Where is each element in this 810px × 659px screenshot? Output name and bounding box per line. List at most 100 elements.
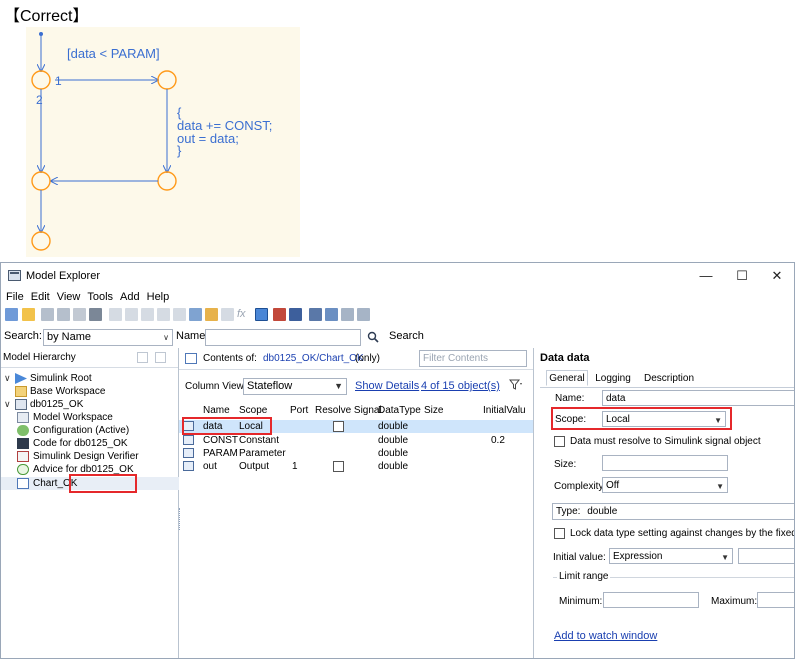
add-to-watch-window-link[interactable]: Add to watch window [554, 630, 657, 642]
resolve-signal-checkbox[interactable] [333, 461, 344, 472]
open-icon[interactable] [22, 308, 35, 321]
show-dialog-pane-icon[interactable] [255, 308, 268, 321]
close-button[interactable]: ✕ [762, 266, 792, 286]
cell-name[interactable]: out [203, 460, 217, 473]
cell-scope[interactable]: Parameter [239, 447, 286, 460]
show-hierarchy-icon[interactable] [273, 308, 286, 321]
object-count-link[interactable]: 4 of 15 object(s) [421, 380, 500, 392]
chevron-down-icon[interactable]: ∨ [4, 372, 11, 385]
add-function-icon[interactable] [221, 308, 234, 321]
minimize-button[interactable]: — [691, 266, 721, 286]
menu-edit[interactable]: Edit [31, 289, 50, 305]
add-signal-icon[interactable] [189, 308, 202, 321]
properties-pane: Data data General Logging Description Na… [534, 348, 794, 658]
cell-initial-value[interactable]: 0.2 [491, 434, 505, 447]
tab-general[interactable]: General [546, 370, 588, 386]
column-header-port[interactable]: Port [290, 404, 308, 417]
column-view-dropdown[interactable]: Stateflow ▼ [243, 378, 347, 395]
chevron-down-icon[interactable]: ∨ [4, 398, 11, 411]
name-input[interactable]: data [602, 390, 794, 406]
model-hierarchy-header: Model Hierarchy [1, 348, 178, 368]
transition-order-2: 2 [36, 93, 43, 107]
search-toolbar-icon[interactable] [309, 308, 322, 321]
tree-label: Model Workspace [33, 412, 113, 423]
table-row[interactable]: out Output 1 double [179, 460, 533, 473]
column-header-datatype[interactable]: DataType [378, 404, 421, 417]
maximum-input[interactable] [757, 592, 794, 608]
add-lookup-icon[interactable] [205, 308, 218, 321]
cell-port[interactable]: 1 [292, 460, 298, 473]
model-hierarchy-pane: Model Hierarchy ∨ Simulink Root Base Wor… [1, 348, 179, 658]
paste-icon[interactable] [73, 308, 86, 321]
add-parameter-icon[interactable] [173, 308, 186, 321]
new-model-icon[interactable] [5, 308, 18, 321]
search-name-input[interactable] [205, 329, 361, 346]
splitter-handle[interactable] [179, 508, 181, 530]
add-event-icon[interactable] [141, 308, 154, 321]
properties-title: Data data [540, 352, 590, 364]
filter-icon[interactable] [508, 379, 523, 391]
column-header-resolve-signal[interactable]: Resolve Signal [315, 404, 382, 417]
menu-help[interactable]: Help [147, 289, 170, 305]
complexity-dropdown[interactable]: Off ▼ [602, 477, 728, 493]
add-message-icon[interactable] [157, 308, 170, 321]
maximum-label: Maximum: [711, 596, 758, 607]
hierarchy-options-icon[interactable] [155, 352, 166, 363]
highlight-chart-ok [69, 474, 137, 493]
expand-icon[interactable] [357, 308, 370, 321]
resolve-signal-checkbox[interactable] [554, 436, 565, 447]
column-header-initial-value[interactable]: InitialValu [483, 404, 526, 417]
size-input[interactable] [602, 455, 728, 471]
menu-file[interactable]: File [6, 289, 24, 305]
resolve-signal-checkbox[interactable] [333, 421, 344, 432]
find-icon[interactable] [325, 308, 338, 321]
configuration-icon [17, 425, 29, 436]
tab-logging[interactable]: Logging [590, 370, 636, 386]
initial-value-input[interactable] [738, 548, 794, 564]
cell-datatype[interactable]: double [378, 460, 408, 473]
show-contents-icon[interactable] [289, 308, 302, 321]
junction-bottom-left [31, 171, 51, 191]
advice-icon [17, 464, 29, 475]
column-header-name[interactable]: Name [203, 404, 230, 417]
column-header-scope[interactable]: Scope [239, 404, 267, 417]
complexity-value: Off [606, 480, 620, 491]
menu-tools[interactable]: Tools [87, 289, 113, 305]
data-icon [183, 448, 194, 458]
cell-name[interactable]: PARAM [203, 447, 238, 460]
pin-icon[interactable] [137, 352, 148, 363]
initial-value-dropdown[interactable]: Expression ▼ [609, 548, 733, 564]
collapse-icon[interactable] [341, 308, 354, 321]
cell-scope[interactable]: Constant [239, 434, 279, 447]
properties-tabs: General Logging Description [540, 370, 794, 388]
search-mode-dropdown[interactable]: by Name ∨ [43, 329, 173, 346]
cell-scope[interactable]: Output [239, 460, 269, 473]
cell-datatype[interactable]: double [378, 434, 408, 447]
add-data-icon[interactable] [125, 308, 138, 321]
add-model-icon[interactable] [109, 308, 122, 321]
table-row[interactable]: CONST Constant double 0.2 [179, 434, 533, 447]
menu-view[interactable]: View [57, 289, 81, 305]
magnifier-icon[interactable] [367, 331, 379, 343]
show-details-link[interactable]: Show Details [355, 380, 419, 392]
type-field[interactable]: Type: double [552, 503, 794, 520]
column-header-size[interactable]: Size [424, 404, 443, 417]
contents-path[interactable]: db0125_OK/Chart_OK [263, 353, 364, 364]
minimum-input[interactable] [603, 592, 699, 608]
copy-icon[interactable] [57, 308, 70, 321]
tab-description[interactable]: Description [638, 370, 700, 386]
chart-icon [17, 478, 29, 489]
maximize-button[interactable]: ☐ [727, 266, 757, 286]
filter-contents-input[interactable]: Filter Contents [419, 350, 527, 367]
cell-name[interactable]: CONST [203, 434, 238, 447]
cell-datatype[interactable]: double [378, 420, 408, 433]
fx-icon[interactable]: fx [237, 308, 250, 321]
cell-datatype[interactable]: double [378, 447, 408, 460]
search-button[interactable]: Search [389, 330, 424, 342]
chevron-down-icon: ∨ [163, 333, 169, 342]
menu-add[interactable]: Add [120, 289, 140, 305]
table-row[interactable]: PARAM Parameter double [179, 447, 533, 460]
cut-icon[interactable] [41, 308, 54, 321]
delete-icon[interactable] [89, 308, 102, 321]
lock-data-type-checkbox[interactable] [554, 528, 565, 539]
